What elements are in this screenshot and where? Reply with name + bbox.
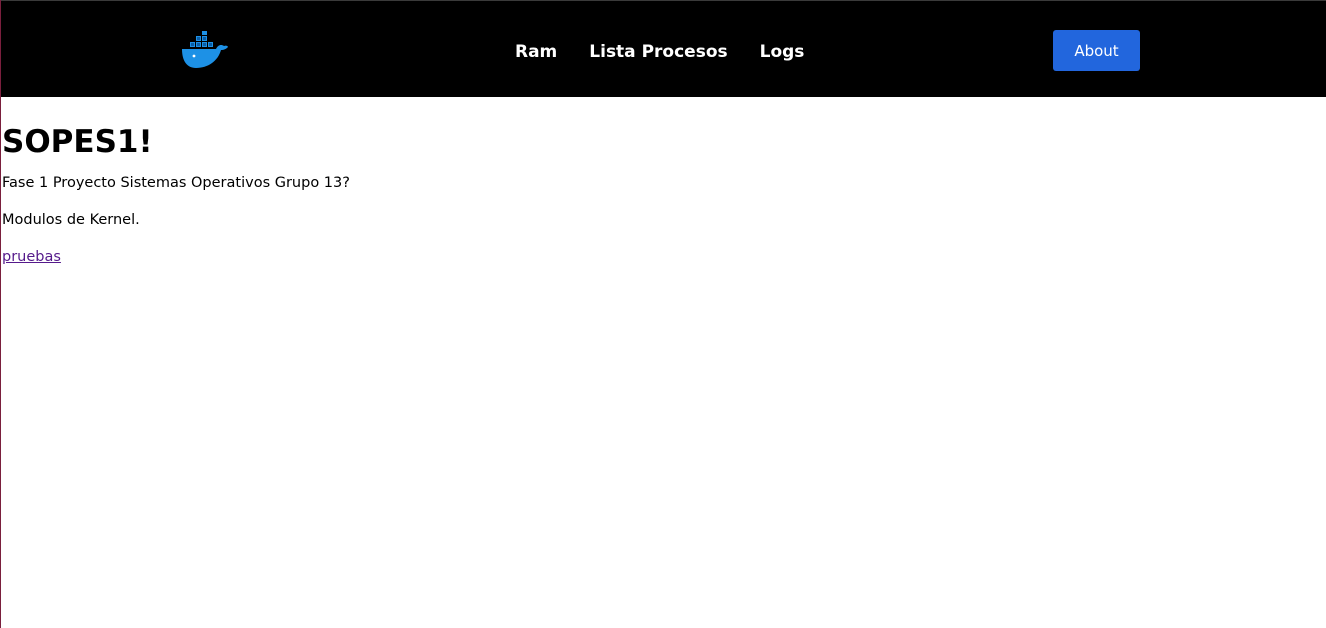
nav-link-ram[interactable]: Ram (515, 42, 557, 62)
docker-whale-icon[interactable] (181, 31, 229, 69)
subtitle-paragraph: Modulos de Kernel. (2, 212, 140, 228)
pruebas-link[interactable]: pruebas (2, 247, 61, 267)
main-nav: Ram Lista Procesos Logs (515, 39, 804, 65)
about-button[interactable]: About (1053, 30, 1140, 71)
main-content: SOPES1! Fase 1 Proyecto Sistemas Operati… (2, 97, 1322, 267)
page: Ram Lista Procesos Logs About SOPES1! Fa… (0, 0, 1326, 628)
page-title: SOPES1! (2, 124, 153, 160)
nav-link-logs[interactable]: Logs (760, 42, 805, 62)
description-paragraph: Fase 1 Proyecto Sistemas Operativos Grup… (2, 175, 350, 191)
nav-link-lista-procesos[interactable]: Lista Procesos (589, 42, 727, 62)
navbar: Ram Lista Procesos Logs About (1, 0, 1326, 97)
